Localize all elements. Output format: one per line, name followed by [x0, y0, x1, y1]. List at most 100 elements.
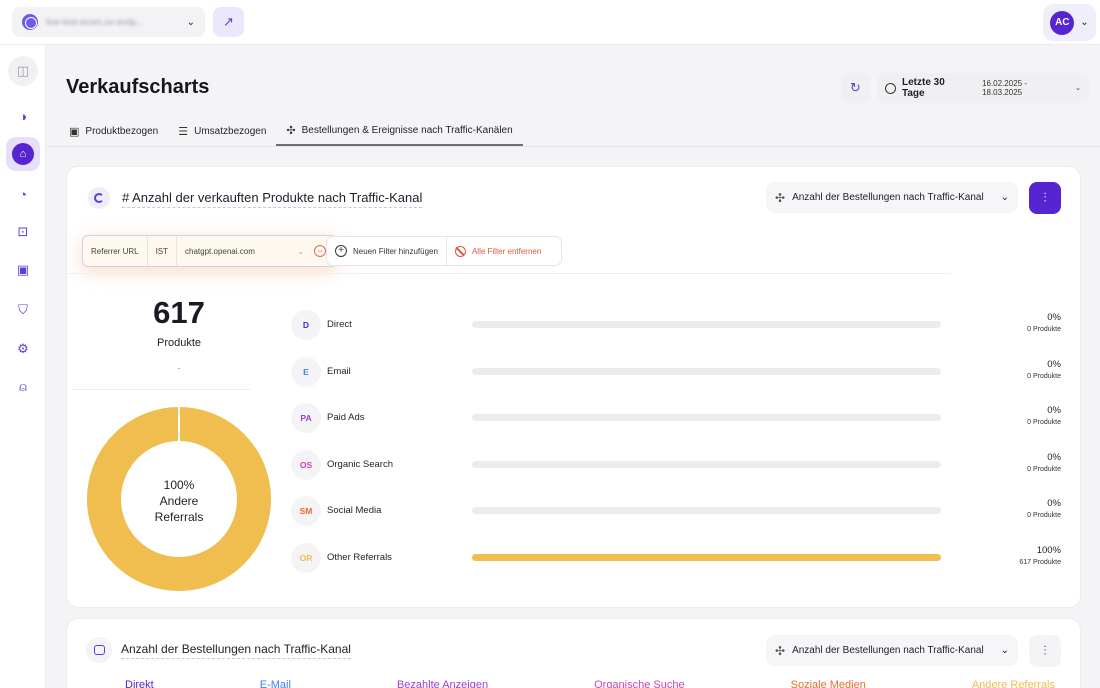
chart-settings-button[interactable]: ⫶: [1029, 182, 1061, 214]
chart-settings-button[interactable]: ⫶: [1029, 635, 1061, 667]
channel-row-social-media[interactable]: SM Social Media 0% 0 Produkte: [291, 496, 1061, 526]
dashboard-icon: ◑: [19, 108, 27, 124]
card-title: # Anzahl der verkauften Produkte nach Tr…: [122, 190, 423, 208]
channel-row-email[interactable]: E Email 0% 0 Produkte: [291, 356, 1061, 387]
channel-pct: 0%: [1047, 358, 1061, 370]
gear-icon: ⚙: [17, 341, 29, 356]
channel-badge: OR: [291, 542, 321, 573]
channel-bar-track: [472, 367, 941, 375]
tab-product[interactable]: ▣ Produktbezogen: [59, 117, 168, 146]
chart-legend: Direkt E-Mail Bezahlte Anzeigen Organisc…: [125, 679, 1055, 688]
channel-pct: 0%: [1047, 405, 1061, 416]
channel-bar-track: [472, 414, 941, 421]
sliders-icon: ⫶: [1043, 190, 1047, 205]
filter-operator[interactable]: IST: [148, 236, 178, 266]
user-menu-button[interactable]: AC ⌄: [1043, 4, 1096, 41]
sidebar-item-dashboard[interactable]: ◑: [8, 101, 38, 131]
user-icon: ⍝: [19, 379, 27, 394]
page-title: Verkaufscharts: [66, 76, 210, 98]
legend-item[interactable]: Soziale Medien: [791, 679, 866, 688]
orders-by-channel-card: Anzahl der Bestellungen nach Traffic-Kan…: [66, 618, 1081, 688]
channel-label: Social Media: [327, 505, 382, 516]
channel-bar-track: [472, 460, 941, 468]
channel-badge: D: [291, 310, 321, 340]
channel-row-other-referrals[interactable]: OR Other Referrals 100% 617 Produkte: [291, 542, 1061, 573]
channel-label: Direct: [327, 319, 352, 330]
channel-label: Email: [327, 365, 351, 377]
legend-item[interactable]: Organische Suche: [594, 679, 685, 688]
spiral-icon: ◔: [19, 186, 27, 202]
sidebar: ◫ ◑ ⌂ ◔ ⊡ ▣ ⛉ ⚙ ⍝: [0, 45, 46, 688]
legend-item[interactable]: Direkt: [125, 679, 154, 688]
legend-item[interactable]: Andere Referrals: [972, 679, 1055, 688]
metric-select-value: Anzahl der Bestellungen nach Traffic-Kan…: [792, 645, 984, 656]
sidebar-item-sales[interactable]: ⌂: [6, 137, 40, 171]
channel-count: 0 Produkte: [1027, 419, 1061, 426]
tab-label: Bestellungen & Ereignisse nach Traffic-K…: [301, 125, 513, 136]
donut-center-line1: Andere: [159, 494, 199, 508]
tab-traffic-channels[interactable]: ✣ Bestellungen & Ereignisse nach Traffic…: [276, 117, 523, 146]
channel-label: Organic Search: [327, 458, 394, 470]
channel-pct: 100%: [1036, 544, 1061, 556]
chart-icon: [86, 637, 112, 663]
channel-row-paid-ads[interactable]: PA Paid Ads 0% 0 Produkte: [291, 403, 1061, 433]
box-icon: ▣: [69, 126, 80, 138]
clear-filters-label: Alle Filter entfernen: [471, 246, 542, 256]
total-value: 617: [153, 295, 205, 330]
active-filter[interactable]: Referrer URL IST chatgpt.openai.com ⌄ −: [82, 235, 337, 267]
filter-actions: + Neuen Filter hinzufügen Alle Filter en…: [326, 236, 562, 266]
donut-center-pct: 100%: [163, 478, 195, 492]
add-filter-label: Neuen Filter hinzufügen: [353, 246, 438, 256]
channel-row-direct[interactable]: D Direct 0% 0 Produkte: [291, 310, 1061, 340]
channel-badge: SM: [291, 496, 321, 526]
legend-item[interactable]: E-Mail: [260, 679, 291, 688]
store-selector[interactable]: live-test-ecom.xx-endp... ⌄: [12, 7, 205, 37]
sidebar-item-security[interactable]: ⛉: [8, 295, 38, 325]
metric-select[interactable]: ✣ Anzahl der Bestellungen nach Traffic-K…: [766, 182, 1018, 213]
channel-row-organic-search[interactable]: OS Organic Search 0% 0 Produkte: [291, 449, 1061, 480]
filter-value[interactable]: chatgpt.openai.com: [177, 236, 297, 266]
chevron-down-icon: ⌄: [1075, 85, 1081, 92]
nodes-icon: ✣: [286, 125, 296, 137]
external-link-icon: ↗: [223, 14, 234, 29]
channel-label: Paid Ads: [327, 412, 365, 423]
remove-filter-icon[interactable]: −: [314, 245, 326, 257]
donut-center-label: 100% Andere Referrals: [127, 477, 231, 525]
channel-badge: PA: [291, 403, 321, 433]
sidebar-item-account[interactable]: ⍝: [8, 372, 38, 402]
nodes-icon: ✣: [775, 643, 786, 658]
sidebar-item-tracking[interactable]: ⊡: [8, 217, 38, 247]
tab-divider: [46, 146, 1100, 147]
filter-field[interactable]: Referrer URL: [83, 236, 148, 266]
total-unit: Produkte: [156, 337, 202, 349]
sidebar-toggle-button[interactable]: ◫: [8, 56, 38, 86]
sidebar-item-chat[interactable]: ▣: [8, 255, 38, 285]
chevron-down-icon: ⌄: [1000, 645, 1009, 656]
channel-bar-track: [472, 321, 941, 328]
divider: [67, 273, 951, 274]
tab-revenue[interactable]: ☰ Umsatzbezogen: [168, 117, 276, 146]
sidebar-item-analytics[interactable]: ◔: [8, 179, 38, 209]
chat-icon: ▣: [16, 262, 30, 277]
globe-icon: [22, 14, 38, 30]
clear-filters-button[interactable]: Alle Filter entfernen: [447, 245, 549, 257]
refresh-button[interactable]: ↻: [841, 73, 870, 103]
open-external-button[interactable]: ↗: [213, 7, 244, 37]
channel-count: 0 Produkte: [1027, 465, 1061, 473]
tab-bar: ▣ Produktbezogen ☰ Umsatzbezogen ✣ Beste…: [59, 117, 523, 147]
tab-label: Umsatzbezogen: [194, 126, 267, 137]
plus-icon: +: [335, 245, 347, 257]
channel-label: Other Referrals: [327, 551, 392, 563]
products-by-channel-card: # Anzahl der verkauften Produkte nach Tr…: [66, 166, 1081, 608]
add-filter-button[interactable]: + Neuen Filter hinzufügen: [327, 237, 447, 265]
nodes-icon: ✣: [775, 190, 786, 205]
store-name: live-test-ecom.xx-endp...: [46, 17, 145, 27]
legend-item[interactable]: Bezahlte Anzeigen: [397, 679, 488, 688]
coins-icon: ☰: [178, 126, 189, 138]
channel-bar-track: [472, 553, 941, 561]
channel-bar-track: [472, 507, 941, 514]
metric-select[interactable]: ✣ Anzahl der Bestellungen nach Traffic-K…: [766, 635, 1018, 666]
date-range-picker[interactable]: Letzte 30 Tage 16.02.2025 - 18.03.2025 ⌄: [877, 73, 1089, 103]
sidebar-item-settings[interactable]: ⚙: [8, 334, 38, 364]
chevron-down-icon[interactable]: ⌄: [297, 247, 304, 256]
